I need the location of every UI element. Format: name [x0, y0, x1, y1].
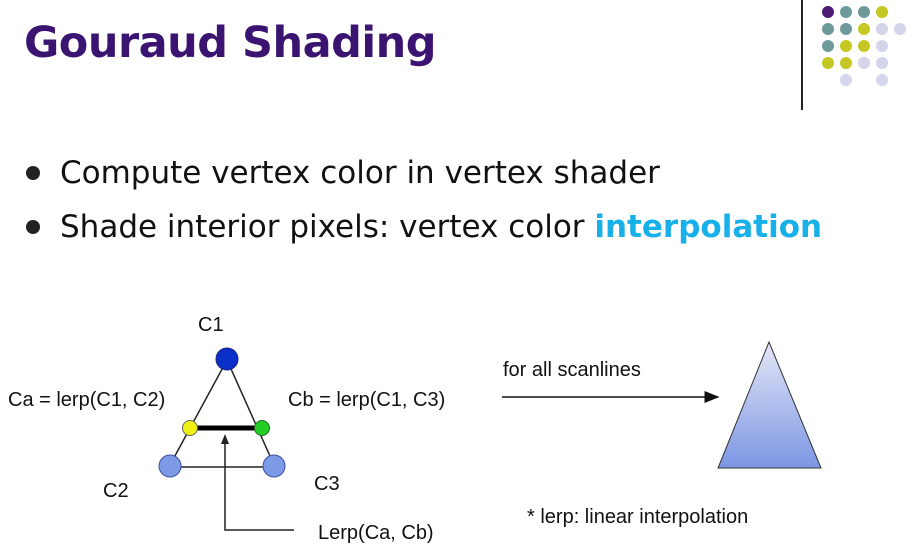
label-c3: C3 [314, 473, 340, 495]
point-cb [254, 420, 270, 436]
lerp-pointer-arrowhead [221, 434, 229, 444]
triangle-edge-left [169, 359, 228, 466]
label-scanlines: for all scanlines [503, 359, 641, 381]
point-ca [182, 420, 198, 436]
label-ca: Ca = lerp(C1, C2) [8, 389, 165, 411]
shaded-triangle [717, 340, 822, 469]
vertex-c2 [158, 454, 182, 478]
label-lerp-note: * lerp: linear interpolation [527, 506, 748, 528]
triangle-edge-right [226, 359, 275, 466]
lerp-pointer-line [224, 440, 294, 531]
label-cb: Cb = lerp(C1, C3) [288, 389, 445, 411]
label-c2: C2 [103, 480, 129, 502]
vertex-c1 [215, 347, 239, 371]
label-lerp-ca-cb: Lerp(Ca, Cb) [318, 522, 434, 544]
label-c1: C1 [198, 314, 224, 336]
vertex-c3 [262, 454, 286, 478]
gouraud-diagram: C1 C2 C3 Ca = lerp(C1, C2) Cb = lerp(C1,… [8, 314, 822, 544]
